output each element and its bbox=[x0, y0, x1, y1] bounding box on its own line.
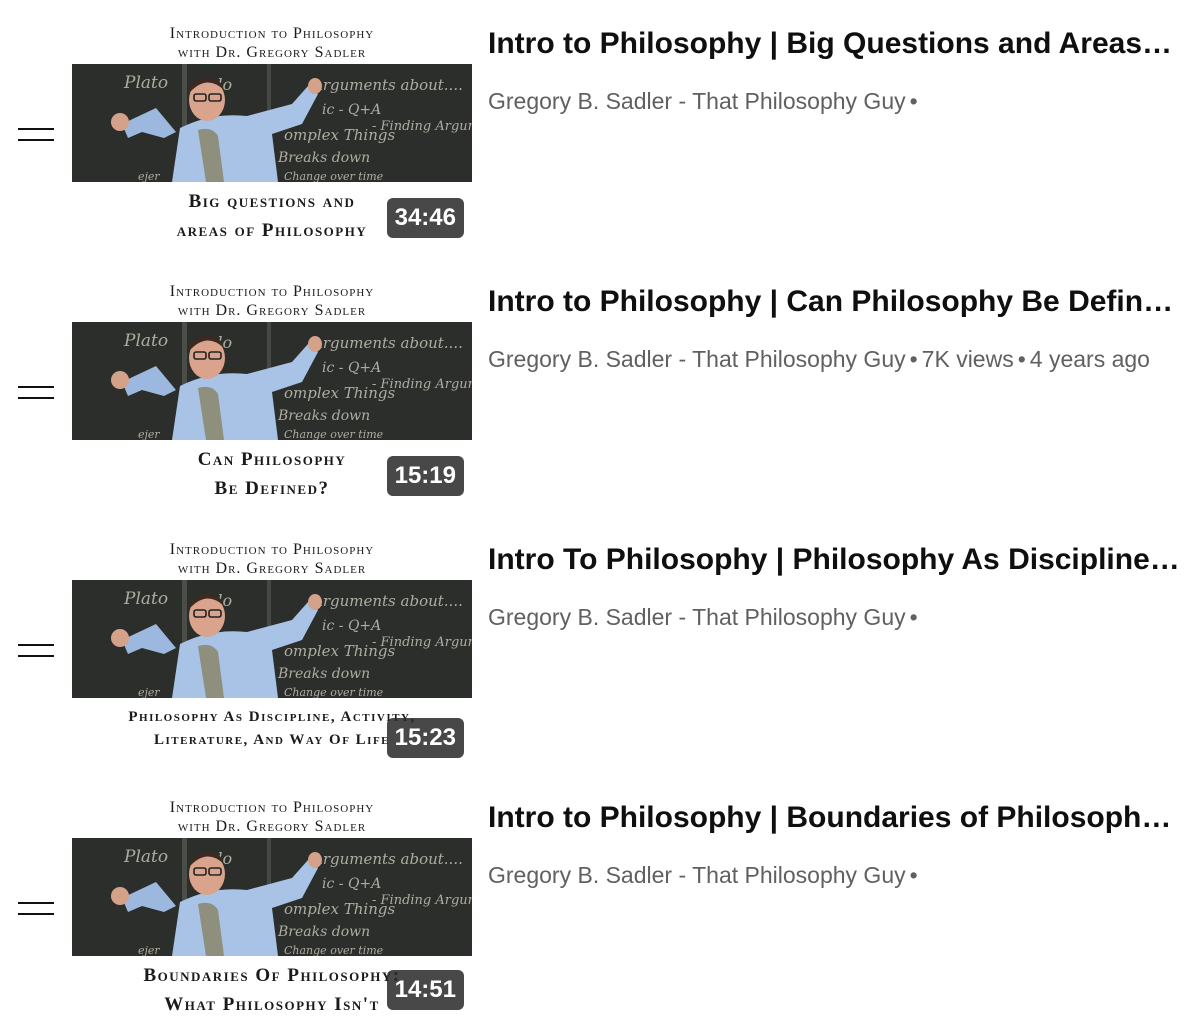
svg-text:Arguments about....: Arguments about.... bbox=[310, 592, 463, 610]
channel-name[interactable]: Gregory B. Sadler - That Philosophy Guy bbox=[488, 604, 906, 630]
svg-text:Breaks down: Breaks down bbox=[277, 408, 370, 424]
svg-text:ic - Q+A: ic - Q+A bbox=[322, 360, 381, 376]
meta-separator: • bbox=[909, 88, 918, 114]
playlist-item[interactable]: Introduction to Philosophy with Dr. Greg… bbox=[0, 258, 1184, 500]
svg-text:Arguments about....: Arguments about.... bbox=[310, 76, 463, 94]
drag-handle-icon[interactable] bbox=[18, 902, 54, 916]
svg-text:Arguments about....: Arguments about.... bbox=[310, 334, 463, 352]
playlist-item[interactable]: Introduction to Philosophy with Dr. Greg… bbox=[0, 774, 1184, 1016]
channel-name[interactable]: Gregory B. Sadler - That Philosophy Guy bbox=[488, 88, 906, 114]
thumbnail-photo: Plato ndo Arguments about.... ic - Q+A -… bbox=[72, 838, 472, 956]
thumbnail-header: Introduction to Philosophy with Dr. Greg… bbox=[169, 541, 375, 577]
upload-age: 4 years ago bbox=[1029, 346, 1150, 372]
drag-handle-icon[interactable] bbox=[18, 644, 54, 658]
video-title[interactable]: Intro to Philosophy | Big Questions and … bbox=[488, 24, 1180, 64]
svg-text:omplex Things: omplex Things bbox=[284, 900, 395, 918]
duration-badge: 34:46 bbox=[386, 198, 464, 238]
svg-text:omplex Things: omplex Things bbox=[284, 642, 395, 660]
svg-text:Change over time: Change over time bbox=[284, 428, 384, 440]
svg-text:Plato: Plato bbox=[123, 73, 168, 93]
svg-text:Plato: Plato bbox=[123, 847, 168, 867]
svg-text:Arguments about....: Arguments about.... bbox=[310, 850, 463, 868]
video-title[interactable]: Intro to Philosophy | Can Philosophy Be … bbox=[488, 282, 1180, 322]
svg-text:ic - Q+A: ic - Q+A bbox=[322, 618, 381, 634]
svg-text:omplex Things: omplex Things bbox=[284, 384, 395, 402]
meta-separator: • bbox=[1017, 346, 1026, 372]
svg-text:Change over time: Change over time bbox=[284, 944, 384, 956]
thumbnail-header: Introduction to Philosophy with Dr. Greg… bbox=[169, 283, 375, 319]
svg-text:ejer: ejer bbox=[138, 428, 160, 440]
playlist-item[interactable]: Introduction to Philosophy with Dr. Greg… bbox=[0, 0, 1184, 242]
svg-text:omplex Things: omplex Things bbox=[284, 126, 395, 144]
drag-handle-icon[interactable] bbox=[18, 386, 54, 400]
thumbnail-photo: Plato ndo Arguments about.... ic - Q+A -… bbox=[72, 64, 472, 182]
channel-name[interactable]: Gregory B. Sadler - That Philosophy Guy bbox=[488, 346, 906, 372]
video-meta: Gregory B. Sadler - That Philosophy Guy •… bbox=[488, 342, 1180, 376]
meta-separator: • bbox=[909, 604, 918, 630]
svg-text:Change over time: Change over time bbox=[284, 170, 384, 182]
svg-text:Breaks down: Breaks down bbox=[277, 666, 370, 682]
meta-separator: • bbox=[909, 346, 918, 372]
video-meta: Gregory B. Sadler - That Philosophy Guy • bbox=[488, 600, 1180, 634]
playlist: Introduction to Philosophy with Dr. Greg… bbox=[0, 0, 1184, 1026]
thumbnail-photo: Plato ndo Arguments about.... ic - Q+A -… bbox=[72, 580, 472, 698]
view-count: 7K views bbox=[921, 346, 1014, 372]
duration-badge: 15:19 bbox=[386, 456, 464, 496]
video-thumbnail[interactable]: Introduction to Philosophy with Dr. Greg… bbox=[72, 24, 472, 242]
thumbnail-photo: Plato ndo Arguments about.... ic - Q+A -… bbox=[72, 322, 472, 440]
svg-text:Plato: Plato bbox=[123, 331, 168, 351]
video-meta: Gregory B. Sadler - That Philosophy Guy • bbox=[488, 84, 1180, 118]
video-thumbnail[interactable]: Introduction to Philosophy with Dr. Greg… bbox=[72, 540, 472, 758]
channel-name[interactable]: Gregory B. Sadler - That Philosophy Guy bbox=[488, 862, 906, 888]
video-thumbnail[interactable]: Introduction to Philosophy with Dr. Greg… bbox=[72, 282, 472, 500]
svg-text:ic - Q+A: ic - Q+A bbox=[322, 876, 381, 892]
svg-text:Plato: Plato bbox=[123, 589, 168, 609]
svg-text:ejer: ejer bbox=[138, 944, 160, 956]
svg-text:ic - Q+A: ic - Q+A bbox=[322, 102, 381, 118]
svg-text:ejer: ejer bbox=[138, 686, 160, 698]
thumbnail-header: Introduction to Philosophy with Dr. Greg… bbox=[169, 799, 375, 835]
drag-handle-icon[interactable] bbox=[18, 128, 54, 142]
svg-text:Breaks down: Breaks down bbox=[277, 150, 370, 166]
duration-badge: 14:51 bbox=[386, 970, 464, 1010]
playlist-item[interactable]: Introduction to Philosophy with Dr. Greg… bbox=[0, 516, 1184, 758]
video-meta: Gregory B. Sadler - That Philosophy Guy • bbox=[488, 858, 1180, 892]
svg-text:Breaks down: Breaks down bbox=[277, 924, 370, 940]
video-thumbnail[interactable]: Introduction to Philosophy with Dr. Greg… bbox=[72, 798, 472, 1016]
thumbnail-header: Introduction to Philosophy with Dr. Greg… bbox=[169, 25, 375, 61]
duration-badge: 15:23 bbox=[386, 718, 464, 758]
video-title[interactable]: Intro to Philosophy | Boundaries of Phil… bbox=[488, 798, 1180, 838]
video-title[interactable]: Intro To Philosophy | Philosophy As Disc… bbox=[488, 540, 1180, 580]
svg-text:Change over time: Change over time bbox=[284, 686, 384, 698]
meta-separator: • bbox=[909, 862, 918, 888]
svg-text:ejer: ejer bbox=[138, 170, 160, 182]
